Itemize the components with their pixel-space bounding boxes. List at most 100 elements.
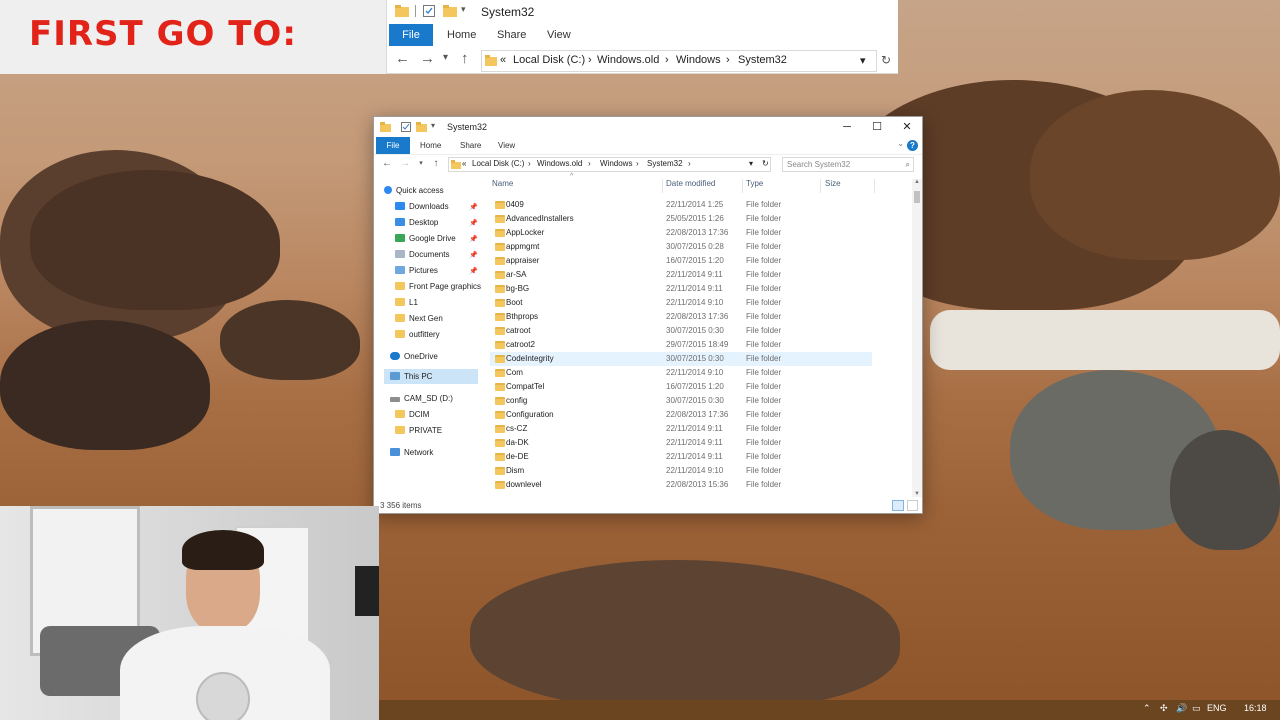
column-separator[interactable]	[742, 179, 743, 193]
pin-icon[interactable]: 📌	[469, 267, 478, 275]
battery-icon[interactable]: ▭	[1192, 703, 1201, 714]
file-row[interactable]: catroot 30/07/2015 0:30 File folder	[490, 324, 872, 338]
nav-item-google-drive[interactable]: Google Drive	[395, 231, 456, 247]
chevron-down-icon[interactable]: ▾	[860, 54, 866, 67]
ribbon-tab-file[interactable]: File	[389, 24, 433, 46]
language-indicator[interactable]: ENG	[1207, 703, 1227, 713]
file-row[interactable]: appraiser 16/07/2015 1:20 File folder	[490, 254, 872, 268]
refresh-icon[interactable]: ↻	[881, 53, 891, 67]
recent-chevron-icon[interactable]: ▾	[443, 52, 448, 63]
nav-item-desktop[interactable]: Desktop	[395, 215, 438, 231]
ribbon-tab-share[interactable]: Share	[497, 24, 526, 46]
nav-item-pictures[interactable]: Pictures	[395, 263, 438, 279]
new-folder-icon[interactable]	[416, 122, 427, 132]
file-row[interactable]: Configuration 22/08/2013 17:36 File folder	[490, 408, 872, 422]
path-overflow[interactable]: «	[462, 159, 466, 168]
breadcrumb-windows-old[interactable]: Windows.old	[597, 54, 659, 66]
file-row[interactable]: da-DK 22/11/2014 9:11 File folder	[490, 436, 872, 450]
file-row[interactable]: Dism 22/11/2014 9:10 File folder	[490, 464, 872, 478]
breadcrumb-local-disk[interactable]: Local Disk (C:)	[513, 54, 585, 66]
details-view-icon[interactable]	[892, 500, 904, 511]
nav-item-dcim[interactable]: DCIM	[395, 407, 429, 423]
file-row[interactable]: de-DE 22/11/2014 9:11 File folder	[490, 450, 872, 464]
file-row[interactable]: Boot 22/11/2014 9:10 File folder	[490, 296, 872, 310]
path-overflow[interactable]: «	[500, 54, 506, 66]
pin-icon[interactable]: 📌	[469, 219, 478, 227]
nav-item-documents[interactable]: Documents	[395, 247, 449, 263]
file-row[interactable]: appmgmt 30/07/2015 0:28 File folder	[490, 240, 872, 254]
column-header-name[interactable]: Name	[492, 179, 513, 193]
large-icons-view-icon[interactable]	[907, 500, 918, 511]
file-row[interactable]: catroot2 29/07/2015 18:49 File folder	[490, 338, 872, 352]
vertical-scrollbar[interactable]: ▲ ▼	[912, 179, 922, 497]
column-separator[interactable]	[820, 179, 821, 193]
back-arrow-icon[interactable]: ←	[380, 157, 394, 171]
network-tray-icon[interactable]: ✣	[1160, 703, 1168, 714]
ribbon-tab-home[interactable]: Home	[447, 24, 476, 46]
breadcrumb-local-disk[interactable]: Local Disk (C:)	[472, 159, 524, 168]
file-row[interactable]: CompatTel 16/07/2015 1:20 File folder	[490, 380, 872, 394]
scroll-down-icon[interactable]: ▼	[914, 491, 920, 497]
ribbon-tab-view[interactable]: View	[498, 137, 515, 154]
forward-arrow-icon[interactable]: →	[398, 157, 412, 171]
scroll-up-icon[interactable]: ▲	[914, 179, 920, 185]
properties-icon[interactable]	[423, 5, 435, 17]
file-row[interactable]: cs-CZ 22/11/2014 9:11 File folder	[490, 422, 872, 436]
search-icon[interactable]: ⌕	[906, 160, 910, 170]
chevron-down-icon[interactable]: ▾	[431, 121, 435, 130]
refresh-icon[interactable]: ↻	[762, 159, 769, 168]
up-arrow-icon[interactable]: ↑	[429, 157, 443, 171]
column-header-size[interactable]: Size	[825, 179, 841, 193]
file-row[interactable]: AdvancedInstallers 25/05/2015 1:26 File fo…	[490, 212, 872, 226]
file-row[interactable]: Bthprops 22/08/2013 17:36 File folder	[490, 310, 872, 324]
nav-item-next-gen[interactable]: Next Gen	[395, 311, 443, 327]
nav-item-l1[interactable]: L1	[395, 295, 418, 311]
up-arrow-icon[interactable]: ↑	[461, 50, 469, 67]
nav-item-private[interactable]: PRIVATE	[395, 423, 442, 439]
nav-cam-sd[interactable]: CAM_SD (D:)	[390, 391, 453, 407]
file-row[interactable]: ar-SA 22/11/2014 9:11 File folder	[490, 268, 872, 282]
volume-icon[interactable]: 🔊	[1176, 703, 1187, 714]
breadcrumb-system32[interactable]: System32	[738, 54, 787, 66]
file-row[interactable]: config 30/07/2015 0:30 File folder	[490, 394, 872, 408]
close-icon[interactable]: ✕	[892, 117, 922, 137]
scrollbar-thumb[interactable]	[914, 191, 920, 203]
pin-icon[interactable]: 📌	[469, 251, 478, 259]
recent-chevron-icon[interactable]: ▾	[414, 157, 428, 171]
ribbon-tab-view[interactable]: View	[547, 24, 571, 46]
nav-this-pc[interactable]: This PC	[390, 369, 432, 385]
column-separator[interactable]	[662, 179, 663, 193]
nav-network[interactable]: Network	[390, 445, 433, 461]
zoom-address-bar[interactable]: « Local Disk (C:) › Windows.old › Window…	[481, 50, 877, 72]
column-header-date[interactable]: Date modified	[666, 179, 715, 193]
forward-arrow-icon[interactable]: →	[420, 50, 435, 67]
chevron-down-icon[interactable]: ▾	[461, 4, 466, 15]
breadcrumb-windows[interactable]: Windows	[676, 54, 721, 66]
search-input[interactable]: Search System32 ⌕	[782, 157, 914, 172]
address-bar[interactable]: « Local Disk (C:) › Windows.old › Window…	[448, 157, 771, 172]
column-header-type[interactable]: Type	[746, 179, 763, 193]
ribbon-tab-home[interactable]: Home	[420, 137, 441, 154]
breadcrumb-windows-old[interactable]: Windows.old	[537, 159, 582, 168]
file-row[interactable]: CodeIntegrity 30/07/2015 0:30 File folder	[490, 352, 872, 366]
nav-quick-access[interactable]: Quick access	[384, 183, 444, 199]
pin-icon[interactable]: 📌	[469, 203, 478, 211]
help-icon[interactable]: ?	[907, 140, 918, 151]
ribbon-expand-icon[interactable]: ⌄	[897, 139, 904, 148]
back-arrow-icon[interactable]: ←	[395, 50, 410, 67]
breadcrumb-windows[interactable]: Windows	[600, 159, 632, 168]
file-row[interactable]: bg-BG 22/11/2014 9:11 File folder	[490, 282, 872, 296]
breadcrumb-system32[interactable]: System32	[647, 159, 683, 168]
nav-item-downloads[interactable]: Downloads	[395, 199, 449, 215]
column-separator[interactable]	[874, 179, 875, 193]
ribbon-tab-file[interactable]: File	[376, 137, 410, 154]
file-row[interactable]: AppLocker 22/08/2013 17:36 File folder	[490, 226, 872, 240]
tray-chevron-up-icon[interactable]: ⌃	[1143, 703, 1151, 714]
nav-item-front-page-graphics[interactable]: Front Page graphics	[395, 279, 481, 295]
chevron-down-icon[interactable]: ▾	[749, 159, 753, 168]
file-row[interactable]: downlevel 22/08/2013 15:36 File folder	[490, 478, 872, 492]
file-row[interactable]: Com 22/11/2014 9:10 File folder	[490, 366, 872, 380]
ribbon-tab-share[interactable]: Share	[460, 137, 481, 154]
pin-icon[interactable]: 📌	[469, 235, 478, 243]
file-row[interactable]: 0409 22/11/2014 1:25 File folder	[490, 198, 872, 212]
